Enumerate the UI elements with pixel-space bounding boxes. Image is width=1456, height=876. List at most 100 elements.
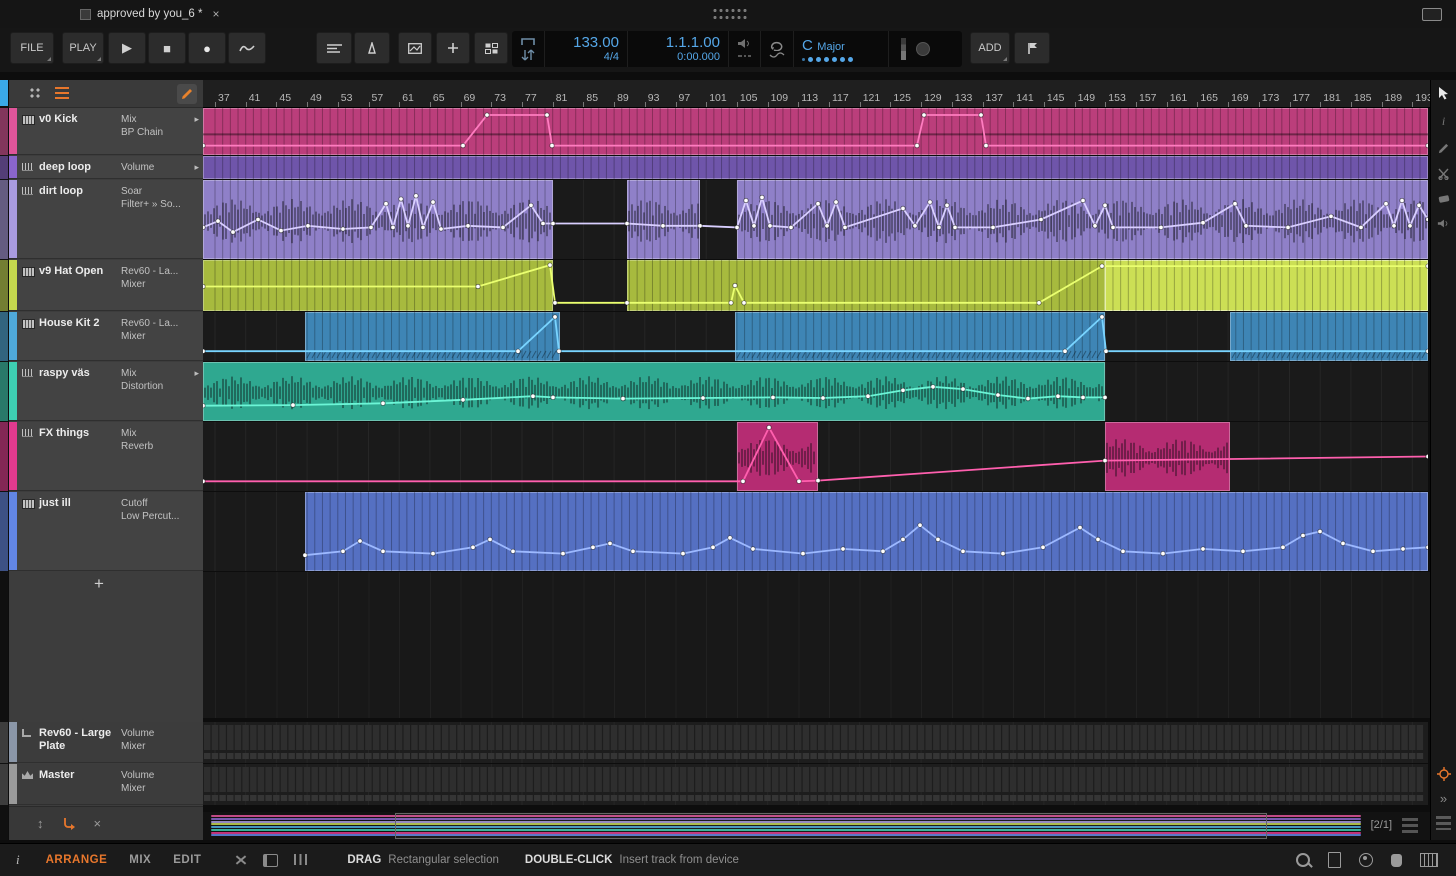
- info-tool-icon[interactable]: i: [1442, 114, 1445, 129]
- new-file-icon[interactable]: [1328, 852, 1341, 868]
- key-section[interactable]: C Major: [793, 31, 888, 67]
- track-header-dirt-loop[interactable]: dirt loopSoarFilter+ » So...: [9, 180, 203, 259]
- track-header-raspy-v-s[interactable]: raspy väs MixDistortion▸: [9, 362, 203, 421]
- audition-toggles[interactable]: [728, 31, 760, 67]
- track-param-2[interactable]: Filter+ » So...: [121, 198, 191, 211]
- pen-tool-icon[interactable]: [1438, 143, 1449, 154]
- stop-button[interactable]: ■: [148, 32, 186, 64]
- track-header-just-ill[interactable]: just ill CutoffLow Percut...: [9, 492, 203, 571]
- expand-arrow-icon[interactable]: ▸: [194, 368, 199, 379]
- track-param-1[interactable]: Cutoff: [121, 497, 191, 510]
- groove-section[interactable]: [888, 31, 944, 67]
- track-name[interactable]: deep loop: [39, 161, 113, 174]
- layers-icon[interactable]: [1436, 816, 1451, 830]
- arrangement-overview[interactable]: [2/1]: [203, 812, 1430, 840]
- groove-knob[interactable]: [916, 42, 930, 56]
- account-icon[interactable]: [1359, 853, 1373, 867]
- track-header-fx-things[interactable]: FX thingsMixReverb: [9, 422, 203, 491]
- track-header-deep-loop[interactable]: deep loop Volume▸: [9, 156, 203, 179]
- audition-tool-icon[interactable]: [1437, 218, 1450, 229]
- follow-arrow-icon[interactable]: [62, 817, 76, 830]
- record-button[interactable]: ●: [188, 32, 226, 64]
- lane-master[interactable]: [203, 764, 1428, 805]
- expand-icon[interactable]: »: [1440, 791, 1447, 806]
- add-track-plus-button[interactable]: +: [94, 574, 104, 594]
- piano-icon[interactable]: [1420, 853, 1438, 867]
- track-name[interactable]: House Kit 2: [39, 317, 113, 330]
- clear-icon[interactable]: ×: [94, 816, 102, 831]
- track-name[interactable]: raspy väs: [39, 367, 113, 380]
- search-icon[interactable]: [1296, 853, 1310, 867]
- track-param-2[interactable]: Mixer: [121, 278, 191, 291]
- track-param-2[interactable]: Distortion: [121, 380, 191, 393]
- overview-viewport[interactable]: [395, 813, 1267, 839]
- lane-dirt-loop[interactable]: [203, 180, 1428, 259]
- track-param-1[interactable]: Mix: [121, 113, 191, 126]
- automation-lanes-button[interactable]: [316, 32, 352, 64]
- close-icon[interactable]: ×: [213, 7, 220, 21]
- lane-raspy-v-s[interactable]: [203, 362, 1428, 421]
- track-name[interactable]: v9 Hat Open: [39, 265, 113, 278]
- play-button[interactable]: ▶: [108, 32, 146, 64]
- track-header-rev60-large-plate[interactable]: Rev60 - Large Plate VolumeMixer: [9, 722, 203, 763]
- track-param-1[interactable]: Mix: [121, 427, 191, 440]
- track-param-1[interactable]: Volume: [121, 769, 191, 782]
- expand-arrow-icon[interactable]: ▸: [194, 114, 199, 125]
- display-profile-icon[interactable]: [1422, 8, 1442, 21]
- edit-mode-button[interactable]: [177, 84, 197, 104]
- grid-view-icon[interactable]: [29, 87, 42, 100]
- lane-just-ill[interactable]: [203, 492, 1428, 571]
- mosaic-view-button[interactable]: [474, 32, 508, 64]
- track-param-2[interactable]: Mixer: [121, 740, 191, 753]
- track-name[interactable]: just ill: [39, 497, 113, 510]
- pointer-tool-icon[interactable]: [1438, 86, 1450, 100]
- loop-toggles[interactable]: [760, 31, 793, 67]
- play-position[interactable]: 1.1.1.00: [666, 35, 720, 51]
- track-name[interactable]: dirt loop: [39, 185, 113, 198]
- track-header-v0-kick[interactable]: v0 Kick MixBP Chain▸: [9, 108, 203, 155]
- lane-deep-loop[interactable]: [203, 156, 1428, 179]
- lane-rev60-large-plate[interactable]: [203, 722, 1428, 763]
- track-param-1[interactable]: Rev60 - La...: [121, 265, 191, 278]
- track-param-1[interactable]: Volume: [121, 161, 191, 174]
- pin-tracks-icon[interactable]: ↕: [37, 816, 44, 831]
- automation-write-button[interactable]: [228, 32, 266, 64]
- overview-layers-icon[interactable]: [1402, 818, 1418, 833]
- lane-v0-kick[interactable]: [203, 108, 1428, 155]
- track-name[interactable]: FX things: [39, 427, 113, 440]
- file-menu-button[interactable]: FILE: [10, 32, 54, 64]
- pattern-view-button[interactable]: [398, 32, 432, 64]
- add-track-button[interactable]: ADD: [970, 32, 1010, 64]
- track-param-1[interactable]: Rev60 - La...: [121, 317, 191, 330]
- crossfade-icon[interactable]: [235, 854, 247, 866]
- punch-toggles[interactable]: [512, 31, 544, 67]
- timeline-ruler[interactable]: 3741454953576165697377818589939710110510…: [203, 80, 1430, 108]
- info-icon[interactable]: i: [16, 852, 20, 868]
- track-param-2[interactable]: Mixer: [121, 782, 191, 795]
- tab-mix[interactable]: MIX: [129, 854, 151, 866]
- expand-arrow-icon[interactable]: ▸: [194, 162, 199, 173]
- position-section[interactable]: 1.1.1.00 0:00.000: [627, 31, 728, 67]
- track-param-2[interactable]: BP Chain: [121, 126, 191, 139]
- track-header-v9-hat-open[interactable]: v9 Hat Open Rev60 - La...Mixer: [9, 260, 203, 311]
- document-tab[interactable]: approved by you_6 * ×: [72, 4, 228, 24]
- track-param-1[interactable]: Mix: [121, 367, 191, 380]
- time-signature[interactable]: 4/4: [604, 51, 619, 64]
- lane-house-kit-2[interactable]: [203, 312, 1428, 361]
- eraser-tool-icon[interactable]: [1438, 194, 1450, 204]
- hand-tool-icon[interactable]: [1391, 854, 1402, 867]
- scissors-tool-icon[interactable]: [1438, 168, 1449, 180]
- track-param-1[interactable]: Volume: [121, 727, 191, 740]
- tab-arrange[interactable]: ARRANGE: [46, 854, 108, 866]
- track-name[interactable]: Rev60 - Large Plate: [39, 727, 113, 753]
- add-clip-button[interactable]: [436, 32, 470, 64]
- track-header-master[interactable]: MasterVolumeMixer: [9, 764, 203, 805]
- arranger-empty-area[interactable]: [203, 572, 1430, 718]
- tempo-value[interactable]: 133.00: [573, 35, 619, 51]
- track-name[interactable]: v0 Kick: [39, 113, 113, 126]
- play-time[interactable]: 0:00.000: [677, 51, 720, 64]
- track-header-house-kit-2[interactable]: House Kit 2Rev60 - La...Mixer: [9, 312, 203, 361]
- track-param-2[interactable]: Low Percut...: [121, 510, 191, 523]
- marker-button[interactable]: [1014, 32, 1050, 64]
- tab-edit[interactable]: EDIT: [173, 854, 201, 866]
